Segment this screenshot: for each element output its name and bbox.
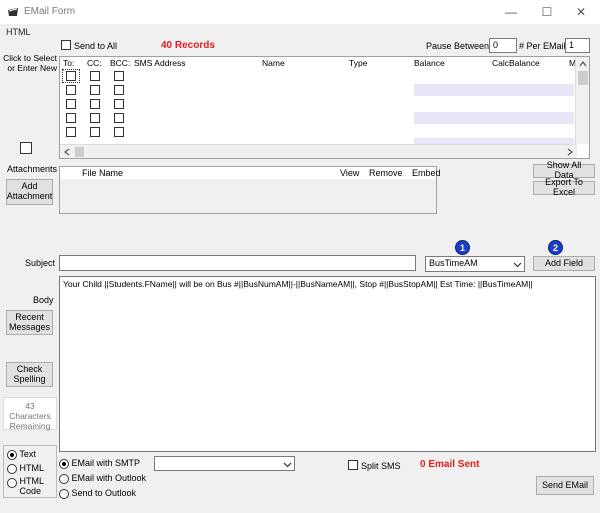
pause-between-input[interactable]: 0 [489,38,517,53]
to-checkbox[interactable] [66,99,76,109]
to-checkbox[interactable] [66,85,76,95]
col-file-name[interactable]: File Name [82,168,123,178]
horizontal-scrollbar[interactable] [60,144,577,158]
format-html-code-label: HTML Code [19,476,44,496]
add-attachment-button[interactable]: Add Attachment [6,179,53,205]
field-select-value: BusTimeAM [429,258,478,268]
smtp-option[interactable]: EMail with SMTP [59,458,140,469]
recipients-grid[interactable]: To: CC: BCC: SMS Address Name Type Balan… [59,56,590,159]
outlook-option[interactable]: EMail with Outlook [59,473,146,484]
radio[interactable] [7,463,17,474]
outlook-label: EMail with Outlook [71,473,147,483]
scroll-up-icon[interactable] [576,57,590,71]
attachments-label: Attachments [7,164,58,174]
recent-messages-button[interactable]: Recent Messages [6,310,53,335]
maximize-button[interactable]: ☐ [532,2,562,22]
format-text-label: Text [19,449,36,459]
subject-label: Subject [25,258,56,268]
attachments-grid[interactable]: File Name View Remove Embed [59,166,441,214]
radio-selected[interactable] [7,449,17,460]
cc-checkbox[interactable] [90,71,100,81]
export-to-excel-button[interactable]: Export To Excel [533,177,595,197]
cc-checkbox[interactable] [90,99,100,109]
to-checkbox[interactable] [66,127,76,137]
step-1-badge: 1 [455,240,470,255]
table-row[interactable] [60,97,589,111]
characters-remaining: 43 Characters Remaining [3,397,57,431]
add-field-button[interactable]: Add Field [533,256,595,271]
chevron-down-icon [283,462,292,468]
to-checkbox[interactable] [66,71,76,81]
send-outlook-label: Send to Outlook [71,488,137,498]
radio[interactable] [7,477,17,488]
body-label: Body [33,295,54,305]
per-email-label: # Per EMail [519,41,566,51]
scroll-left-icon[interactable] [60,145,74,159]
step-2-badge: 2 [548,240,563,255]
split-sms-label: Split SMS [361,461,401,471]
select-checkbox[interactable] [20,142,32,154]
app-icon [8,8,18,16]
chevron-down-icon [513,262,522,268]
pause-between-label: Pause Between [426,41,490,51]
minimize-button[interactable]: — [496,2,526,22]
cc-checkbox[interactable] [90,113,100,123]
scroll-right-icon[interactable] [563,145,577,159]
col-remove[interactable]: Remove [369,168,403,178]
body-textarea[interactable]: Your Child ||Students.FName|| will be on… [59,276,596,452]
format-html-code-option[interactable]: HTML Code [7,476,57,497]
send-email-button[interactable]: Send EMail [536,476,594,495]
col-name[interactable]: Name [262,58,285,68]
bcc-checkbox[interactable] [114,85,124,95]
send-outlook-option[interactable]: Send to Outlook [59,488,136,499]
window-title: EMail Form [24,6,76,17]
bcc-checkbox[interactable] [114,113,124,123]
col-embed[interactable]: Embed [412,168,441,178]
bcc-checkbox[interactable] [114,127,124,137]
bcc-checkbox[interactable] [114,99,124,109]
per-email-input[interactable]: 1 [565,38,590,53]
col-sms-address[interactable]: SMS Address [134,58,186,68]
vertical-scrollbar[interactable] [575,57,589,144]
col-cc[interactable]: CC: [87,58,102,68]
send-to-all-checkbox[interactable] [61,40,71,50]
format-html-label: HTML [19,463,45,473]
cc-checkbox[interactable] [90,85,100,95]
split-sms-checkbox[interactable] [348,460,358,470]
menu-html[interactable]: HTML [6,27,31,37]
format-text-option[interactable]: Text [7,449,36,460]
col-view[interactable]: View [340,168,359,178]
radio-selected[interactable] [59,458,69,469]
h-scroll-thumb[interactable] [75,147,84,157]
col-balance[interactable]: Balance [414,58,445,68]
col-calcbalance[interactable]: CalcBalance [492,58,540,68]
field-select[interactable]: BusTimeAM [425,256,525,272]
email-sent-count: 0 Email Sent [420,459,480,470]
format-html-option[interactable]: HTML [7,463,44,474]
send-to-all-label: Send to All [74,41,118,51]
scroll-thumb[interactable] [578,71,588,85]
show-all-data-button[interactable]: Show All Data [533,160,595,180]
click-to-select-label: Click to Select or Enter New [3,53,57,73]
table-row[interactable] [60,69,589,83]
table-row[interactable] [60,83,589,97]
smtp-account-select[interactable] [154,456,295,471]
col-type[interactable]: Type [349,58,367,68]
col-to[interactable]: To: [63,58,74,68]
bcc-checkbox[interactable] [114,71,124,81]
smtp-label: EMail with SMTP [71,458,141,468]
col-bcc[interactable]: BCC: [110,58,130,68]
records-count: 40 Records [161,40,215,51]
table-row[interactable] [60,111,589,125]
to-checkbox[interactable] [66,113,76,123]
check-spelling-button[interactable]: Check Spelling [6,362,53,387]
row-band [414,84,574,96]
cc-checkbox[interactable] [90,127,100,137]
radio[interactable] [59,473,69,484]
row-band [414,112,574,124]
close-button[interactable]: ✕ [566,2,596,22]
radio[interactable] [59,488,69,499]
subject-input[interactable] [59,255,416,271]
